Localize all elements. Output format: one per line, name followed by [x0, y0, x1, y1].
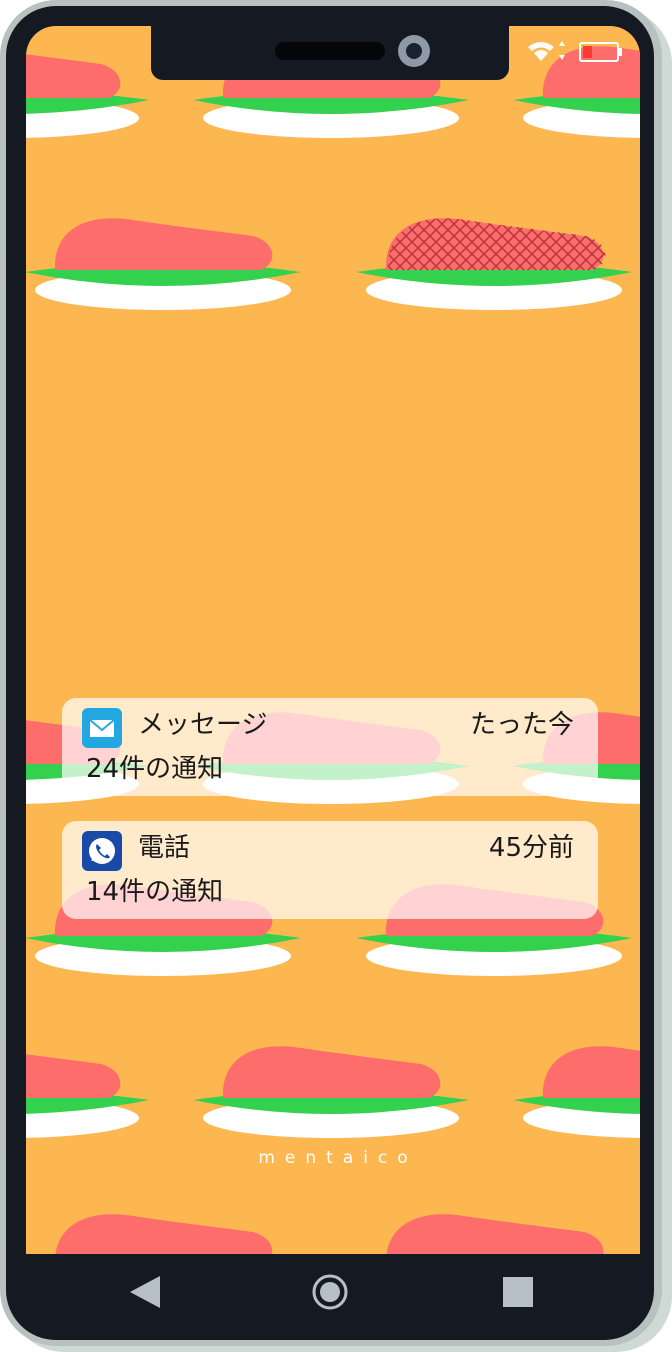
home-icon[interactable]	[312, 1274, 348, 1310]
notification-count: 14件の通知	[86, 877, 224, 907]
notification-messages[interactable]: メッセージ たった今 24件の通知	[62, 698, 598, 796]
back-icon[interactable]	[130, 1276, 160, 1308]
notification-phone[interactable]: 電話 45分前 14件の通知	[62, 821, 598, 919]
recents-icon[interactable]	[503, 1277, 533, 1307]
lock-screen: mentaico	[26, 26, 640, 1254]
wallpaper	[26, 46, 640, 1254]
notification-count: 24件の通知	[86, 754, 224, 784]
camera-notch	[151, 24, 509, 80]
battery-low-icon	[579, 42, 622, 62]
notification-time: 45分前	[488, 833, 574, 863]
notification-time: たった今	[469, 710, 574, 740]
earpiece-speaker	[275, 42, 385, 60]
wifi-icon	[528, 41, 565, 61]
navigation-bar	[130, 1274, 533, 1310]
front-camera	[398, 35, 430, 67]
mail-icon	[82, 708, 122, 748]
status-bar	[528, 41, 622, 62]
notification-app-name: 電話	[138, 833, 191, 863]
notification-app-name: メッセージ	[138, 710, 268, 740]
wallpaper-brand-text: mentaico	[258, 1148, 418, 1168]
phone-icon	[82, 831, 122, 871]
